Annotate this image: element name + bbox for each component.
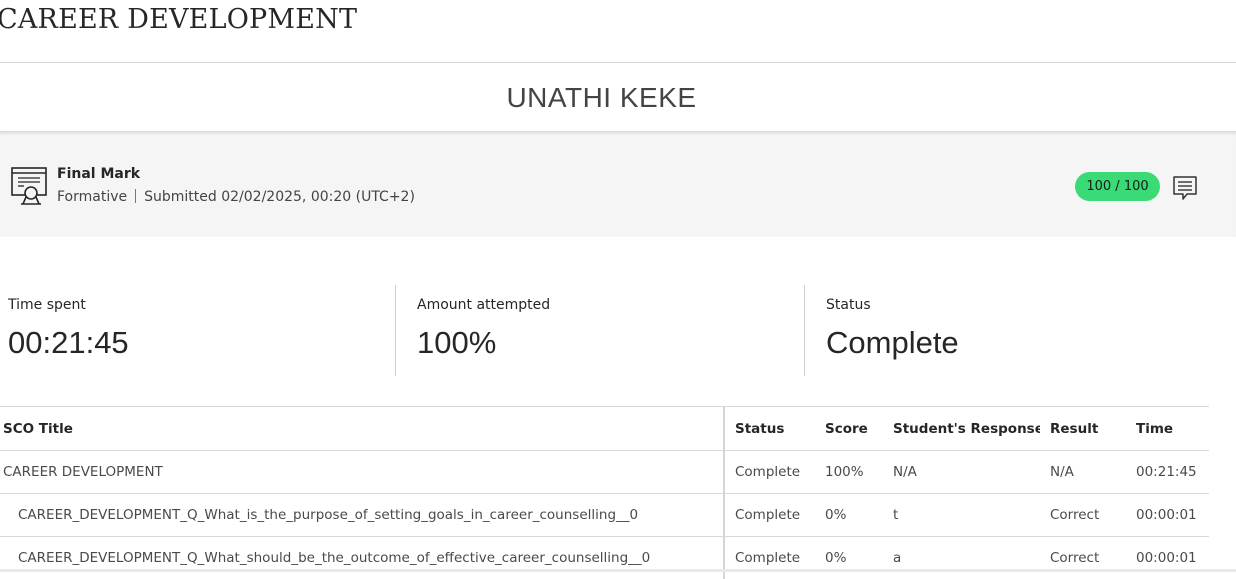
- sco-table: SCO Title Status Score Student's Respons…: [0, 406, 1209, 579]
- stat-time-spent: Time spent 00:21:45: [8, 285, 388, 376]
- divider: [0, 62, 1236, 63]
- cell-status: Complete: [724, 494, 815, 537]
- cell-score: 0%: [815, 494, 883, 537]
- table-row: CAREER_DEVELOPMENT_Q_What_should_be_the_…: [0, 537, 1209, 579]
- cell-response: t: [883, 494, 1040, 537]
- column-header-response[interactable]: Student's Response: [883, 407, 1040, 451]
- cell-time: 00:00:01: [1126, 494, 1209, 537]
- stat-label: Time spent: [8, 297, 86, 313]
- stat-value: Complete: [826, 325, 959, 361]
- cell-time: 00:21:45: [1126, 451, 1209, 494]
- grade-title: Final Mark: [57, 166, 140, 182]
- table-row: CAREER DEVELOPMENT Complete 100% N/A N/A…: [0, 451, 1209, 494]
- cell-sco-title: CAREER_DEVELOPMENT_Q_What_should_be_the_…: [0, 537, 724, 579]
- score-badge[interactable]: 100 / 100: [1075, 172, 1160, 201]
- cell-score: 100%: [815, 451, 883, 494]
- cell-status: Complete: [724, 537, 815, 579]
- column-header-status[interactable]: Status: [724, 407, 815, 451]
- cell-sco-title: CAREER DEVELOPMENT: [0, 451, 724, 494]
- student-name: UNATHI KEKE: [0, 82, 1203, 114]
- stat-label: Amount attempted: [417, 297, 550, 313]
- table-row: CAREER_DEVELOPMENT_Q_What_is_the_purpose…: [0, 494, 1209, 537]
- cell-result: Correct: [1040, 537, 1126, 579]
- grade-summary: Final Mark Formative Submitted 02/02/2025…: [0, 131, 1236, 237]
- page-title: CAREER DEVELOPMENT: [0, 4, 357, 35]
- column-header-result[interactable]: Result: [1040, 407, 1126, 451]
- cell-status: Complete: [724, 451, 815, 494]
- column-header-time[interactable]: Time: [1126, 407, 1209, 451]
- stat-label: Status: [826, 297, 871, 313]
- grade-type: Formative: [57, 189, 127, 205]
- certificate-icon: [10, 166, 48, 206]
- cell-sco-title: CAREER_DEVELOPMENT_Q_What_is_the_purpose…: [0, 494, 724, 537]
- feedback-comment-icon[interactable]: [1172, 175, 1198, 201]
- cell-time: 00:00:01: [1126, 537, 1209, 579]
- separator: [135, 189, 136, 203]
- cell-score: 0%: [815, 537, 883, 579]
- cell-response: a: [883, 537, 1040, 579]
- stat-amount-attempted: Amount attempted 100%: [417, 285, 797, 376]
- stat-value: 100%: [417, 325, 496, 361]
- submission-date: Submitted 02/02/2025, 00:20 (UTC+2): [144, 189, 415, 205]
- column-header-score[interactable]: Score: [815, 407, 883, 451]
- stat-status: Status Complete: [826, 285, 1206, 376]
- cell-result: N/A: [1040, 451, 1126, 494]
- column-header-sco-title[interactable]: SCO Title: [0, 407, 724, 451]
- cell-response: N/A: [883, 451, 1040, 494]
- divider: [395, 285, 396, 376]
- divider: [804, 285, 805, 376]
- table-header-row: SCO Title Status Score Student's Respons…: [0, 407, 1209, 451]
- stat-value: 00:21:45: [8, 325, 129, 361]
- cell-result: Correct: [1040, 494, 1126, 537]
- grade-meta: Formative Submitted 02/02/2025, 00:20 (UT…: [57, 189, 415, 205]
